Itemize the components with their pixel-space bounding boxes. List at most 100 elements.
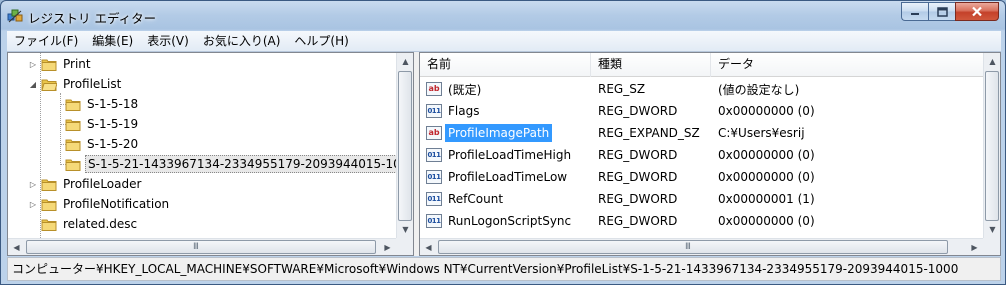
column-type[interactable]: 種類 — [591, 53, 711, 77]
scroll-up-arrow-icon[interactable]: ▲ — [397, 53, 413, 70]
tree-item-s-1-5-20[interactable]: S-1-5-20 — [52, 134, 140, 154]
value-type: REG_DWORD — [598, 148, 678, 162]
tree-item-profileloader[interactable]: ▷ ProfileLoader — [28, 174, 143, 194]
value-name: (既定) — [448, 82, 482, 97]
column-data[interactable]: データ — [711, 53, 983, 77]
tree-item-profilenotification[interactable]: ▷ ProfileNotification — [28, 194, 171, 214]
title-bar[interactable]: レジストリ エディター — [1, 1, 1005, 31]
value-name: RefCount — [448, 192, 504, 206]
list-row[interactable]: 011 RunLogonScriptSync REG_DWORD 0x00000… — [420, 210, 983, 232]
scroll-grip: III — [193, 242, 199, 252]
registry-editor-window: レジストリ エディター ファイル(F) 編集(E) 表示(V) お気に入り(A)… — [0, 0, 1006, 285]
tree-item-label: ProfileLoader — [63, 177, 142, 191]
folder-icon — [65, 159, 81, 171]
list-row[interactable]: ab (既定) REG_SZ (値の設定なし) — [420, 78, 983, 100]
status-path: コンピューター¥HKEY_LOCAL_MACHINE¥SOFTWARE¥Micr… — [12, 262, 959, 276]
value-data: (値の設定なし) — [718, 82, 800, 97]
scroll-grip: III — [685, 242, 691, 252]
value-name-cell: 011 RefCount — [420, 190, 591, 208]
value-name-cell: 011 ProfileLoadTimeHigh — [420, 146, 591, 164]
value-name: ProfileImagePath — [445, 124, 553, 142]
folder-open-icon — [41, 79, 57, 91]
value-data: 0x00000000 (0) — [718, 104, 815, 118]
list-vertical-scrollbar[interactable]: ▲ ▼ — [983, 53, 1000, 238]
tree-item-related-desc[interactable]: related.desc — [28, 214, 139, 234]
scroll-thumb[interactable]: III — [26, 240, 376, 254]
list-row[interactable]: 011 ProfileLoadTimeHigh REG_DWORD 0x0000… — [420, 144, 983, 166]
tree-item-label: S-1-5-21-1433967134-2334955179-209394401… — [85, 155, 413, 173]
tree-item-label: ProfileList — [63, 77, 122, 91]
value-type: REG_EXPAND_SZ — [598, 126, 700, 140]
maximize-button[interactable] — [928, 2, 955, 21]
tree-item-label: S-1-5-20 — [87, 137, 139, 151]
menu-file[interactable]: ファイル(F) — [7, 31, 85, 52]
string-value-icon: ab — [426, 82, 442, 96]
scroll-down-arrow-icon[interactable]: ▼ — [397, 221, 413, 238]
value-name-cell: 011 ProfileLoadTimeLow — [420, 168, 591, 186]
expand-arrow-icon[interactable]: ▷ — [28, 200, 38, 209]
folder-icon — [65, 139, 81, 151]
menu-bar: ファイル(F) 編集(E) 表示(V) お気に入り(A) ヘルプ(H) — [7, 31, 1001, 52]
binary-value-icon: 011 — [426, 104, 442, 118]
tree-item-s-1-5-18[interactable]: S-1-5-18 — [52, 94, 140, 114]
tree-item-print[interactable]: ▷ Print — [28, 54, 93, 74]
value-name-cell: ab (既定) — [420, 79, 591, 100]
value-type: REG_DWORD — [598, 192, 678, 206]
value-data: 0x00000001 (1) — [718, 192, 815, 206]
column-name[interactable]: 名前 — [420, 53, 591, 77]
value-type: REG_SZ — [598, 82, 646, 96]
tree-vertical-scrollbar[interactable]: ▲ ▼ — [396, 53, 413, 238]
folder-icon — [41, 179, 57, 191]
value-list-pane: 名前 種類 データ ab (既定) REG_SZ (値の設定なし) 011 Fl… — [419, 52, 1001, 256]
list-horizontal-scrollbar[interactable]: ◀ III ▶ — [420, 238, 983, 255]
tree-item-label: ProfileNotification — [63, 197, 170, 211]
expand-arrow-icon[interactable]: ▷ — [28, 180, 38, 189]
expand-arrow-icon[interactable]: ▷ — [28, 60, 38, 69]
tree-item-s-1-5-21-selected[interactable]: S-1-5-21-1433967134-2334955179-209394401… — [52, 154, 413, 174]
value-name: ProfileLoadTimeHigh — [448, 148, 572, 162]
value-name: Flags — [448, 104, 480, 118]
tree-horizontal-scrollbar[interactable]: ◀ III ▶ — [8, 238, 396, 255]
value-data: 0x00000000 (0) — [718, 148, 815, 162]
value-type: REG_DWORD — [598, 214, 678, 228]
folder-icon — [65, 99, 81, 111]
value-data: 0x00000000 (0) — [718, 214, 815, 228]
menu-help[interactable]: ヘルプ(H) — [287, 31, 355, 52]
scroll-corner — [983, 238, 1000, 255]
close-button[interactable] — [955, 2, 999, 21]
scroll-left-arrow-icon[interactable]: ◀ — [420, 239, 437, 255]
binary-value-icon: 011 — [426, 148, 442, 162]
main-panes: ▷ Print ◢ ProfileList S-1-5-18 S-1-5-19 — [7, 52, 1001, 256]
value-type: REG_DWORD — [598, 170, 678, 184]
maximize-icon — [936, 6, 948, 17]
list-row[interactable]: 011 Flags REG_DWORD 0x00000000 (0) — [420, 100, 983, 122]
list-row-selected[interactable]: ab ProfileImagePath REG_EXPAND_SZ C:¥Use… — [420, 122, 983, 144]
scroll-thumb[interactable] — [398, 71, 412, 221]
menu-edit[interactable]: 編集(E) — [85, 31, 140, 52]
collapse-arrow-icon[interactable]: ◢ — [28, 80, 38, 89]
tree-item-s-1-5-19[interactable]: S-1-5-19 — [52, 114, 140, 134]
binary-value-icon: 011 — [426, 192, 442, 206]
scroll-thumb[interactable] — [985, 71, 999, 221]
scroll-down-arrow-icon[interactable]: ▼ — [984, 221, 1000, 238]
scroll-corner — [396, 238, 413, 255]
scroll-up-arrow-icon[interactable]: ▲ — [984, 53, 1000, 70]
list-row[interactable]: 011 RefCount REG_DWORD 0x00000001 (1) — [420, 188, 983, 210]
tree-item-profilelist[interactable]: ◢ ProfileList — [28, 74, 123, 94]
list-row[interactable]: 011 ProfileLoadTimeLow REG_DWORD 0x00000… — [420, 166, 983, 188]
caption-buttons — [901, 2, 999, 22]
scroll-left-arrow-icon[interactable]: ◀ — [8, 239, 25, 255]
value-data: 0x00000000 (0) — [718, 170, 815, 184]
scroll-right-arrow-icon[interactable]: ▶ — [966, 239, 983, 255]
menu-favorites[interactable]: お気に入り(A) — [196, 31, 288, 52]
string-value-icon: ab — [426, 126, 442, 140]
minimize-icon — [911, 12, 919, 15]
scroll-thumb[interactable]: III — [438, 240, 948, 254]
binary-value-icon: 011 — [426, 170, 442, 184]
menu-view[interactable]: 表示(V) — [140, 31, 196, 52]
minimize-button[interactable] — [901, 2, 928, 21]
scroll-right-arrow-icon[interactable]: ▶ — [379, 239, 396, 255]
key-tree-pane: ▷ Print ◢ ProfileList S-1-5-18 S-1-5-19 — [7, 52, 414, 256]
value-name-cell: ab ProfileImagePath — [420, 124, 591, 142]
folder-icon — [41, 199, 57, 211]
